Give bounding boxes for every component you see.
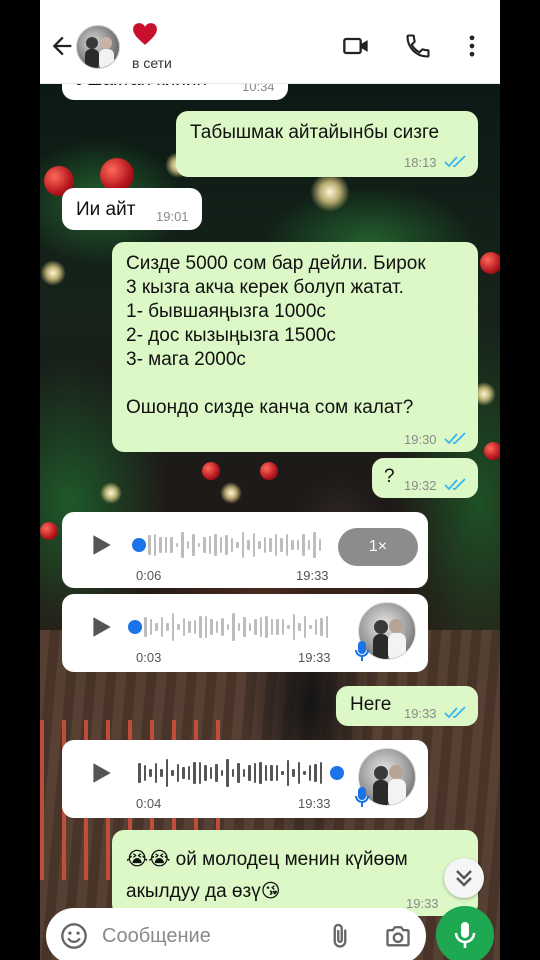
voice-message-bubble[interactable]: 0:04 19:33 [62, 740, 428, 818]
voice-progress-dot[interactable] [330, 766, 344, 780]
message-bubble-outgoing[interactable]: Неге 19:33 [336, 686, 478, 726]
message-input[interactable]: Сообщение [102, 925, 211, 948]
read-receipt-icon [444, 706, 466, 719]
voice-progress-dot[interactable] [128, 620, 142, 634]
phone-icon[interactable] [404, 32, 432, 60]
playback-speed-button[interactable]: 1× [338, 528, 418, 566]
scroll-to-bottom-button[interactable] [444, 858, 484, 898]
message-time: 19:33 [406, 896, 439, 911]
chat-app: в сети Ушактан кийин 10:34 Табышмак айта… [40, 0, 500, 960]
more-vert-icon[interactable] [458, 32, 486, 60]
contact-name-heart[interactable] [132, 22, 158, 46]
read-receipt-icon [444, 155, 466, 168]
message-time: 19:30 [404, 432, 437, 447]
message-time: 19:32 [404, 478, 437, 493]
chat-header: в сети [40, 0, 500, 84]
voice-waveform[interactable] [138, 758, 328, 788]
mic-icon [454, 922, 476, 948]
voice-duration: 0:03 [136, 650, 162, 665]
contact-avatar[interactable] [76, 25, 120, 69]
voice-waveform[interactable] [144, 612, 334, 642]
play-icon[interactable] [88, 760, 114, 786]
back-arrow-icon[interactable] [48, 32, 76, 60]
message-text: 😭😭 ой молодец менин күйөөм акылдуу да өз… [126, 849, 408, 902]
message-time: 18:13 [404, 155, 437, 170]
voice-progress-dot[interactable] [132, 538, 146, 552]
message-time: 19:33 [296, 568, 329, 583]
mic-icon [355, 787, 369, 807]
mic-icon [355, 641, 369, 661]
screen: в сети Ушактан кийин 10:34 Табышмак айта… [0, 0, 540, 960]
message-text: ? [384, 466, 395, 487]
message-text: Неге [350, 694, 392, 715]
message-bubble-incoming[interactable]: Ии айт 19:01 [62, 188, 202, 230]
double-chevron-down-icon [456, 870, 472, 887]
message-time: 19:01 [156, 209, 189, 224]
message-bubble-outgoing[interactable]: ? 19:32 [372, 458, 478, 498]
voice-message-bubble[interactable]: 1× 0:06 19:33 [62, 512, 428, 588]
play-icon[interactable] [88, 532, 114, 558]
message-text: Табышмак айтайынбы сизге [190, 122, 440, 143]
emoji-icon[interactable] [60, 922, 88, 950]
record-voice-button[interactable] [436, 906, 494, 960]
video-call-icon[interactable] [342, 32, 370, 60]
message-bubble-outgoing[interactable]: Сизде 5000 сом бар дейли. Бирок 3 кызга … [112, 242, 478, 452]
message-text: Сизде 5000 сом бар дейли. Бирок 3 кызга … [126, 253, 426, 418]
voice-duration: 0:06 [136, 568, 162, 583]
voice-message-bubble[interactable]: 0:03 19:33 [62, 594, 428, 672]
voice-duration: 0:04 [136, 796, 162, 811]
message-text: Ии айт [76, 199, 136, 220]
message-bubble-outgoing[interactable]: 😭😭 ой молодец менин күйөөм акылдуу да өз… [112, 830, 478, 916]
read-receipt-icon [444, 478, 466, 491]
message-bubble-outgoing[interactable]: Табышмак айтайынбы сизге 18:13 [176, 111, 478, 177]
read-receipt-icon [444, 432, 466, 445]
play-icon[interactable] [88, 614, 114, 640]
message-time: 19:33 [298, 796, 331, 811]
attach-icon[interactable] [326, 922, 354, 950]
contact-status: в сети [132, 55, 172, 71]
camera-icon[interactable] [384, 922, 412, 950]
voice-waveform[interactable] [148, 530, 328, 560]
message-time: 19:33 [404, 706, 437, 721]
message-composer[interactable]: Сообщение [46, 908, 426, 960]
message-time: 19:33 [298, 650, 331, 665]
